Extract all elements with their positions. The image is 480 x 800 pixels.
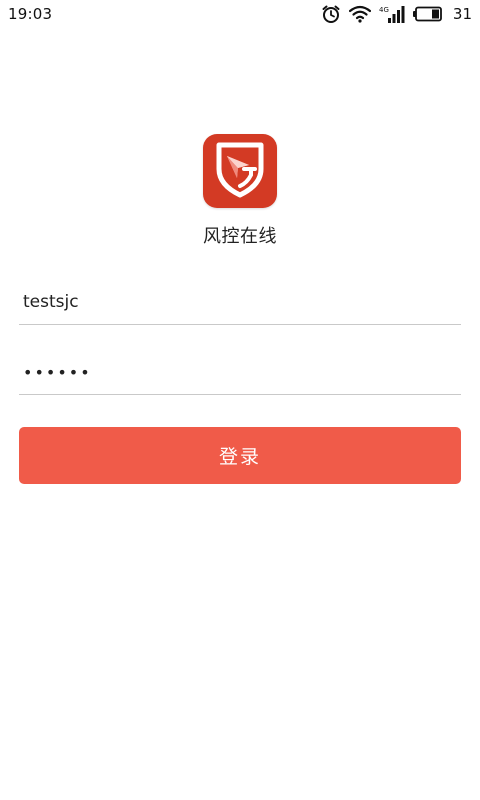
app-logo xyxy=(203,134,277,208)
username-field-container xyxy=(19,280,461,325)
password-field-container xyxy=(19,350,461,395)
wifi-icon xyxy=(348,5,371,23)
password-input[interactable] xyxy=(19,350,461,394)
shield-g-logo-icon xyxy=(211,139,269,203)
app-name: 风控在线 xyxy=(203,226,277,247)
battery-icon xyxy=(412,6,443,22)
login-screen: 19:03 4G 31 风控在线 testsjc •••••• 登录 xyxy=(0,0,480,800)
login-button[interactable]: 登录 xyxy=(19,427,461,484)
alarm-icon xyxy=(321,4,341,24)
network-type-label: 4G xyxy=(379,6,389,14)
username-input[interactable] xyxy=(19,280,461,324)
signal-icon: 4G xyxy=(379,4,405,24)
battery-level: 31 xyxy=(452,5,472,23)
status-icons: 4G 31 xyxy=(321,4,472,24)
status-time: 19:03 xyxy=(8,5,53,23)
status-bar: 19:03 4G 31 xyxy=(0,0,480,28)
